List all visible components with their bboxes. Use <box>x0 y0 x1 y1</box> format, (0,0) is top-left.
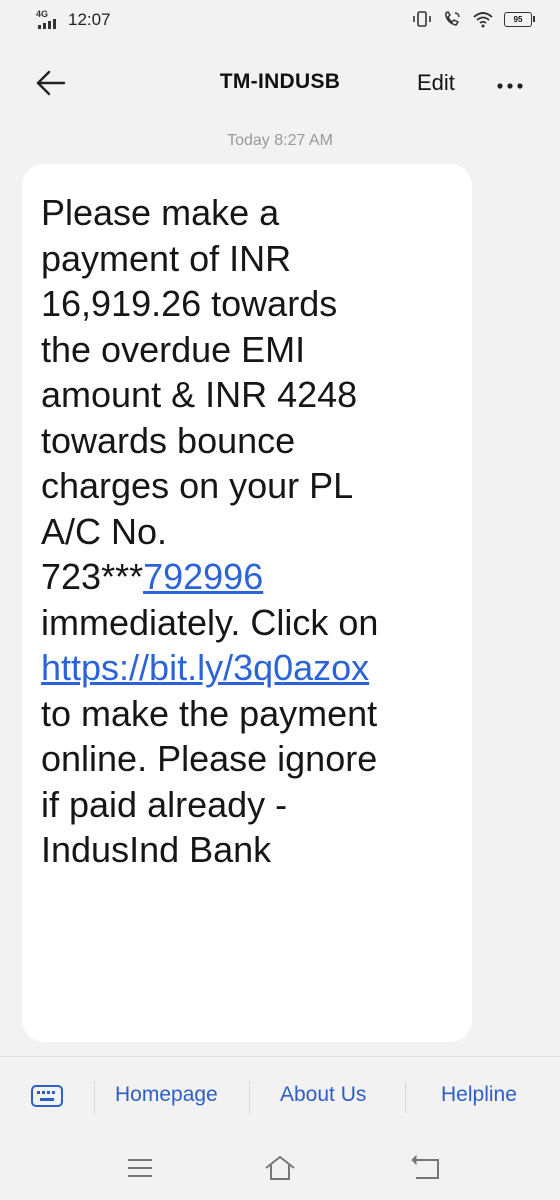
menu-item-about-us[interactable]: About Us <box>280 1083 366 1107</box>
system-nav-bar <box>0 1136 560 1200</box>
message-text-part-1: Please make a payment of INR 16,919.26 t… <box>41 192 358 597</box>
menu-item-homepage[interactable]: Homepage <box>115 1083 218 1107</box>
vibrate-icon <box>413 11 431 27</box>
menu-divider <box>249 1081 250 1113</box>
menu-item-helpline[interactable]: Helpline <box>441 1083 517 1107</box>
battery-level: 95 <box>513 14 523 24</box>
sender-menu-bar: Homepage About Us Helpline <box>0 1056 560 1137</box>
message-bubble[interactable]: Please make a payment of INR 16,919.26 t… <box>22 164 472 1042</box>
back-nav-icon[interactable] <box>408 1152 444 1184</box>
payment-url-link[interactable]: https://bit.ly/3q0azox <box>41 647 369 688</box>
message-text: Please make a payment of INR 16,919.26 t… <box>41 190 454 873</box>
wifi-icon <box>473 12 493 28</box>
message-text-part-3: to make the payment online. Please ignor… <box>41 692 378 870</box>
signal-icon: 4G <box>36 9 62 29</box>
status-time: 12:07 <box>68 10 111 29</box>
account-number-link[interactable]: 792996 <box>143 556 263 597</box>
menu-divider <box>405 1081 406 1113</box>
keyboard-icon[interactable] <box>30 1083 64 1109</box>
more-options-icon[interactable] <box>492 72 528 100</box>
sender-title: TM-INDUSB <box>219 70 341 93</box>
menu-divider <box>94 1081 95 1113</box>
volte-call-icon <box>445 11 460 26</box>
status-left: 4G 12:07 <box>36 9 111 30</box>
edit-button[interactable]: Edit <box>417 70 455 96</box>
home-icon[interactable] <box>262 1152 298 1184</box>
network-type: 4G <box>36 9 49 19</box>
battery-icon: 95 <box>504 11 535 27</box>
status-bar: 4G 12:07 95 <box>0 0 560 44</box>
message-timestamp: Today 8:27 AM <box>227 132 333 149</box>
conversation-header: TM-INDUSB Edit <box>0 44 560 120</box>
menu-lines-icon[interactable] <box>122 1152 158 1184</box>
status-right: 95 <box>412 10 535 28</box>
message-text-part-2: immediately. Click on <box>41 601 379 643</box>
